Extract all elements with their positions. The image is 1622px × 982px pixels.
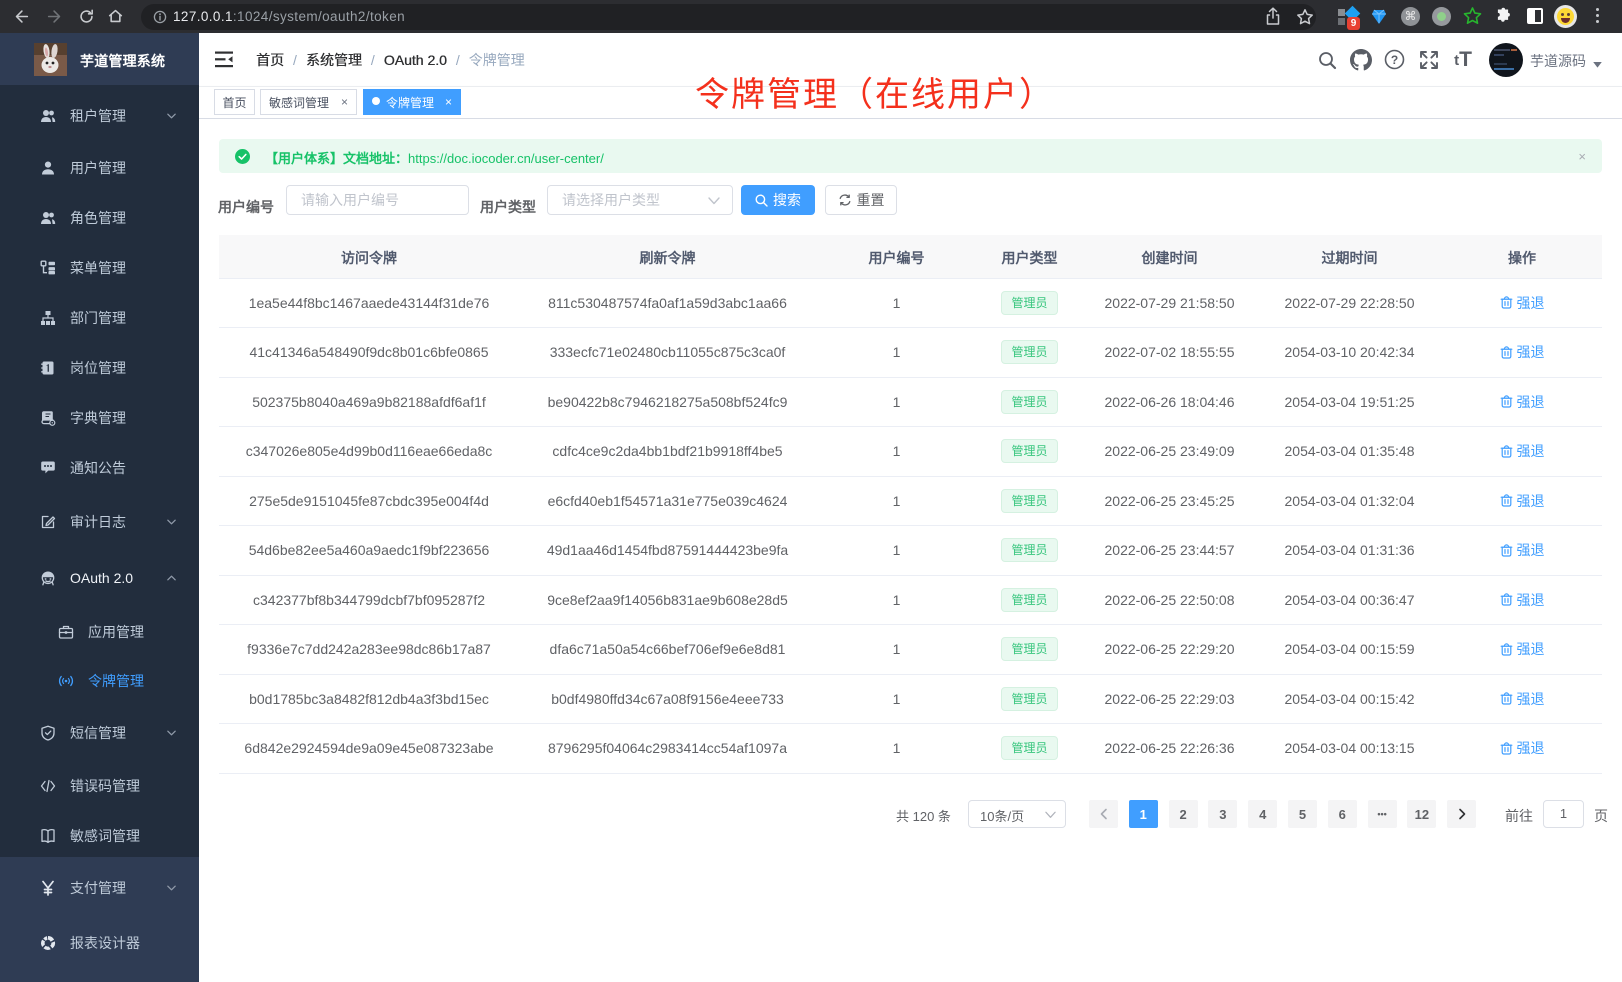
- svg-text:?: ?: [1391, 53, 1398, 67]
